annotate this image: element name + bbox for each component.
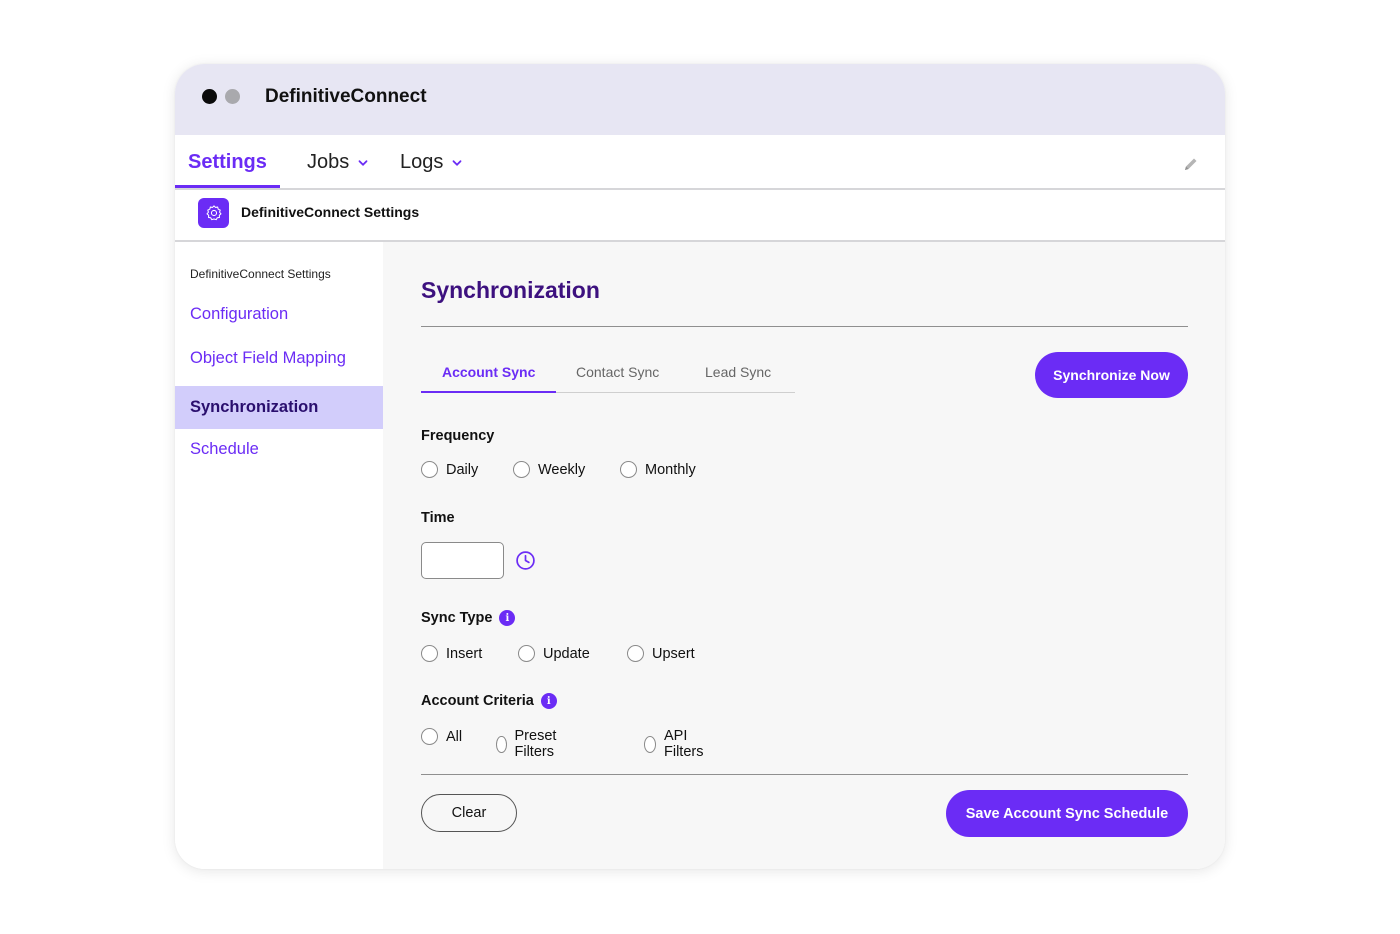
radio-label: Upsert [652,645,695,662]
radio-circle[interactable] [513,461,530,478]
info-icon[interactable]: i [499,610,516,626]
window-control-dot[interactable] [225,89,240,104]
radio-upsert[interactable]: Upsert [627,645,695,662]
settings-badge [198,198,229,228]
sidebar-item-configuration[interactable]: Configuration [190,305,288,324]
app-window: DefinitiveConnect Settings Jobs Logs Def… [175,64,1225,869]
radio-label: All [446,728,463,745]
sync-type-label: Sync Type i [421,610,516,626]
chevron-down-icon [452,159,462,166]
radio-circle[interactable] [627,645,644,662]
app-title: DefinitiveConnect [265,86,427,107]
pencil-icon[interactable] [1183,156,1199,172]
main-panel: Synchronization Account Sync Contact Syn… [383,242,1225,869]
page-title: DefinitiveConnect Settings [241,204,420,220]
info-icon[interactable]: i [540,693,557,709]
sync-type-label-text: Sync Type [421,610,493,626]
sidebar-item-label: Synchronization [190,398,319,416]
nav-tab-label: Settings [188,151,267,173]
gear-icon [206,205,221,221]
time-input[interactable] [421,542,504,579]
radio-circle[interactable] [421,461,438,478]
radio-circle[interactable] [644,735,656,753]
radio-preset-filters[interactable]: Preset Filters [496,728,563,760]
nav-active-indicator [175,185,280,188]
tab-account-sync[interactable]: Account Sync [442,364,535,380]
account-criteria-label-text: Account Criteria [421,693,534,709]
account-criteria-label: Account Criteria i [421,693,557,709]
radio-api-filters[interactable]: API Filters [644,728,708,760]
radio-label: Preset Filters [514,728,557,760]
radio-label: Monthly [645,461,696,478]
sidebar-item-object-field-mapping[interactable]: Object Field Mapping [190,349,346,368]
radio-circle[interactable] [421,728,438,745]
radio-circle[interactable] [518,645,535,662]
nav-tab-label: Jobs [307,151,350,173]
radio-insert[interactable]: Insert [421,645,482,662]
sync-tabs: Account Sync Contact Sync Lead Sync [421,352,795,393]
sidebar-item-synchronization[interactable]: Synchronization [175,386,383,429]
tab-contact-sync[interactable]: Contact Sync [576,364,659,380]
nav-tab-logs[interactable]: Logs [400,151,462,174]
clock-icon[interactable] [515,550,536,571]
radio-circle[interactable] [421,645,438,662]
radio-all[interactable]: All [421,728,462,745]
sidebar: DefinitiveConnect Settings Configuration… [175,242,383,869]
tab-lead-sync[interactable]: Lead Sync [705,364,771,380]
radio-circle[interactable] [620,461,637,478]
radio-label: Weekly [538,461,586,478]
radio-label: Insert [446,645,483,662]
divider [421,774,1188,775]
radio-circle[interactable] [496,735,507,753]
section-title: Synchronization [421,277,600,303]
time-label: Time [421,510,455,526]
top-nav: Settings Jobs Logs [175,135,1225,190]
radio-update[interactable]: Update [518,645,590,662]
sidebar-heading: DefinitiveConnect Settings [190,267,331,281]
tab-active-indicator [421,391,556,393]
radio-monthly[interactable]: Monthly [620,461,696,478]
divider [421,326,1188,327]
nav-tab-label: Logs [400,151,444,173]
title-bar: DefinitiveConnect [175,64,1225,135]
radio-label: Daily [446,461,479,478]
nav-tab-jobs[interactable]: Jobs [307,151,368,174]
sidebar-item-schedule[interactable]: Schedule [190,440,259,459]
radio-label: API Filters [663,728,704,760]
synchronize-now-button[interactable]: Synchronize Now [1035,352,1188,398]
clear-button[interactable]: Clear [421,794,517,832]
radio-label: Update [543,645,590,662]
window-control-dot[interactable] [202,89,217,104]
frequency-label: Frequency [421,428,495,444]
page-header: DefinitiveConnect Settings [175,190,1225,242]
nav-tab-settings[interactable]: Settings [188,151,267,174]
radio-weekly[interactable]: Weekly [513,461,585,478]
radio-daily[interactable]: Daily [421,461,478,478]
chevron-down-icon [358,159,368,166]
save-account-sync-schedule-button[interactable]: Save Account Sync Schedule [946,790,1188,837]
